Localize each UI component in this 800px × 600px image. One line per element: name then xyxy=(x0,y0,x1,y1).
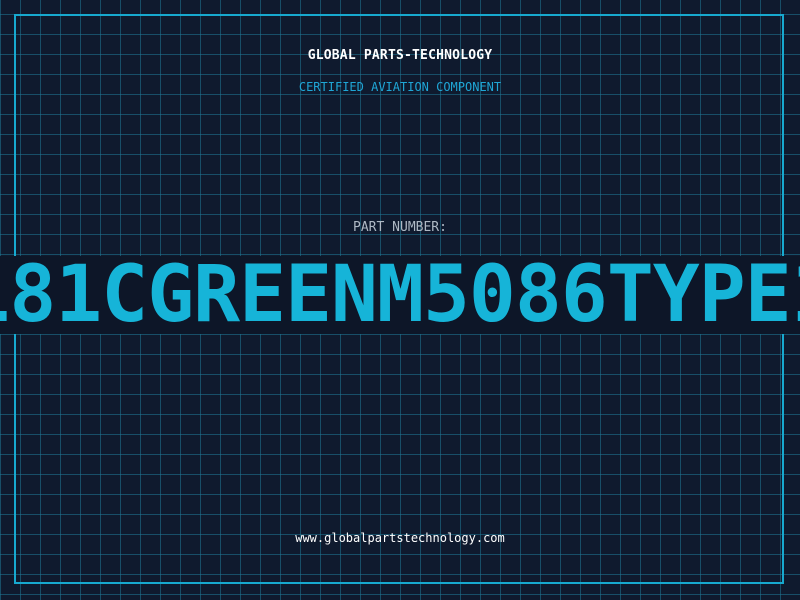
website-url: www.globalpartstechnology.com xyxy=(295,531,505,545)
certification-subtitle: CERTIFIED AVIATION COMPONENT xyxy=(298,80,502,94)
part-number-label: PART NUMBER: xyxy=(353,220,447,235)
label-canvas: GLOBAL PARTS-TECHNOLOGY CERTIFIED AVIATI… xyxy=(0,0,800,600)
part-number-value: 181CGREENM5086TYPE1 xyxy=(0,256,800,334)
part-number-band: 181CGREENM5086TYPE1 xyxy=(0,256,800,334)
company-name: GLOBAL PARTS-TECHNOLOGY xyxy=(307,48,493,63)
